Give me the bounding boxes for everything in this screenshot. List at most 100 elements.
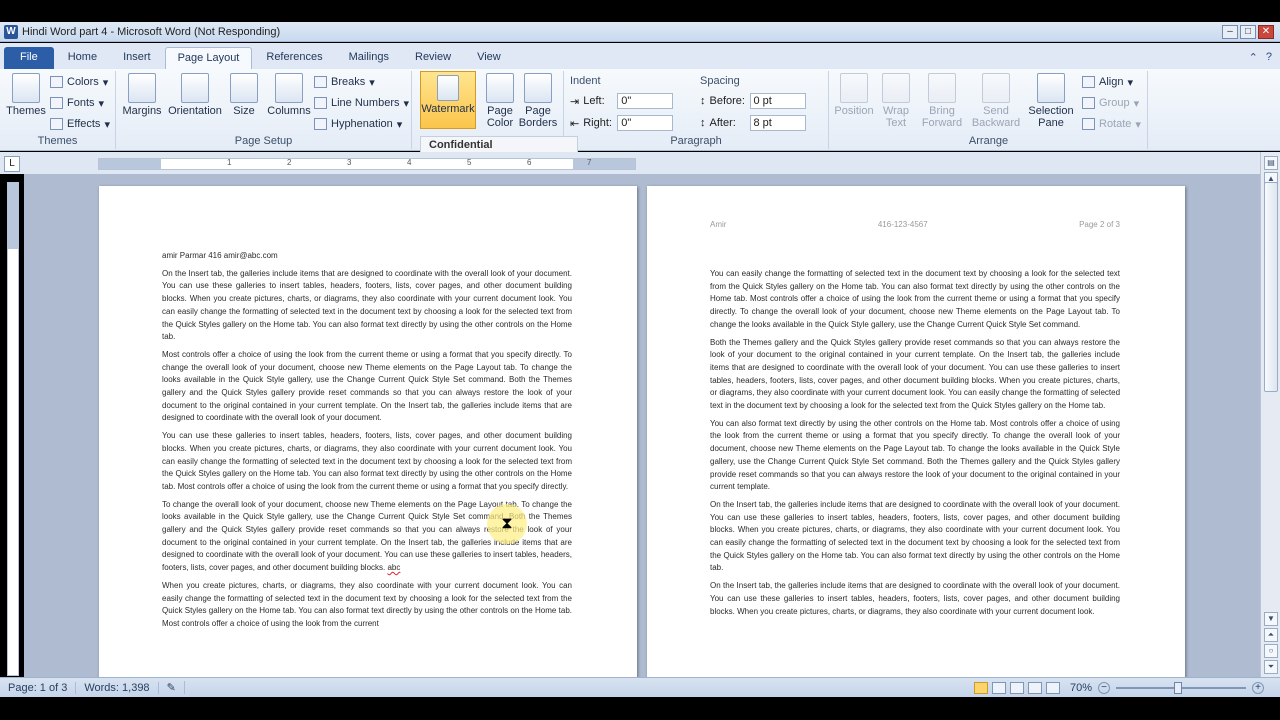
page-borders-button[interactable]: Page Borders <box>516 73 560 129</box>
bring-forward-button[interactable]: Bring Forward <box>918 73 966 129</box>
zoom-slider[interactable] <box>1116 681 1246 694</box>
document-area[interactable]: amir Parmar 416 amir@abc.com On the Inse… <box>24 174 1260 677</box>
ruler-number: 7 <box>587 158 592 167</box>
scroll-thumb[interactable] <box>1264 182 1278 392</box>
wrap-text-button[interactable]: Wrap Text <box>876 73 916 129</box>
spacing-before-icon: ↕ <box>700 95 706 107</box>
proofing-icon[interactable]: ✎ <box>159 681 185 694</box>
zoom-level[interactable]: 70% <box>1070 682 1092 694</box>
horizontal-ruler[interactable]: 1 2 3 4 5 6 7 <box>98 158 636 170</box>
page-color-icon <box>486 73 514 103</box>
page-setup-group: Margins Orientation Size Columns Breaks … <box>116 71 412 149</box>
ruler-toggle-icon[interactable]: ▤ <box>1264 156 1278 170</box>
orientation-button[interactable]: Orientation <box>166 73 224 117</box>
ruler-number: 3 <box>347 158 352 167</box>
full-screen-reading-icon[interactable] <box>991 681 1006 694</box>
spacing-after-row: ↕ After: 8 pt <box>700 115 806 131</box>
group-label-themes: Themes <box>37 135 78 147</box>
page-count[interactable]: Page: 1 of 3 <box>0 681 77 694</box>
ruler-number: 6 <box>527 158 532 167</box>
colors-button[interactable]: Colors ▾ <box>50 73 108 91</box>
hourglass-icon: ⧗ <box>501 515 513 532</box>
position-button[interactable]: Position <box>832 73 876 117</box>
line-numbers-button[interactable]: Line Numbers ▾ <box>314 94 409 112</box>
indent-left-input[interactable]: 0" <box>617 93 674 109</box>
themes-button[interactable]: Themes <box>4 73 48 117</box>
close-button[interactable]: ✕ <box>1258 24 1274 39</box>
page-1[interactable]: amir Parmar 416 amir@abc.com On the Inse… <box>99 186 637 677</box>
paragraph: Both the Themes gallery and the Quick St… <box>710 337 1121 411</box>
minimize-button[interactable]: – <box>1222 24 1238 39</box>
spacing-after-icon: ↕ <box>700 117 706 129</box>
scroll-down-icon[interactable]: ▼ <box>1264 612 1278 626</box>
orientation-icon <box>181 73 209 103</box>
tab-review[interactable]: Review <box>403 47 463 69</box>
fonts-icon <box>50 97 63 109</box>
group-button[interactable]: Group ▾ <box>1082 94 1139 112</box>
status-bar: Page: 1 of 3 Words: 1,398 ✎ 70% − + <box>0 677 1280 697</box>
paragraph: You can easily change the formatting of … <box>710 269 1120 329</box>
effects-button[interactable]: Effects ▾ <box>50 115 110 133</box>
paragraph: On the Insert tab, the galleries include… <box>162 268 572 342</box>
indent-right-input[interactable]: 0" <box>617 115 674 131</box>
print-layout-icon[interactable] <box>973 681 988 694</box>
header-left: Amir <box>710 220 727 229</box>
page-2[interactable]: Amir 416-123-4567 Page 2 of 3 You can ea… <box>647 186 1185 677</box>
outline-icon[interactable] <box>1027 681 1042 694</box>
tab-file[interactable]: File <box>4 47 54 69</box>
maximize-button[interactable]: □ <box>1240 24 1256 39</box>
vertical-scrollbar[interactable]: ▤ ▲ ▼ ⏶ ○ ⏷ <box>1260 152 1280 677</box>
spacing-after-input[interactable]: 8 pt <box>749 115 806 131</box>
misspelled-word: abc <box>387 563 401 573</box>
next-page-icon[interactable]: ⏷ <box>1264 660 1278 674</box>
paragraph: You can use these galleries to insert ta… <box>162 431 572 491</box>
tab-view[interactable]: View <box>465 47 513 69</box>
tab-page-layout[interactable]: Page Layout <box>164 47 253 69</box>
zoom-in-icon[interactable]: + <box>1252 681 1264 694</box>
line-numbers-icon <box>314 97 327 109</box>
ruler-number: 1 <box>227 158 232 167</box>
web-layout-icon[interactable] <box>1009 681 1024 694</box>
align-button[interactable]: Align ▾ <box>1082 73 1133 91</box>
busy-cursor: ⧗ <box>487 504 527 544</box>
size-button[interactable]: Size <box>224 73 264 117</box>
tab-insert[interactable]: Insert <box>111 47 163 69</box>
tab-selector[interactable]: L <box>4 156 20 172</box>
minimize-ribbon-icon[interactable]: ⌃ <box>1249 51 1258 64</box>
tab-home[interactable]: Home <box>56 47 109 69</box>
spacing-label: Spacing <box>700 75 740 87</box>
previous-page-icon[interactable]: ⏶ <box>1264 628 1278 642</box>
spacing-before-input[interactable]: 0 pt <box>749 93 806 109</box>
margins-button[interactable]: Margins <box>120 73 164 117</box>
paragraph: On the Insert tab, the galleries include… <box>710 499 1120 573</box>
word-logo-icon: W <box>4 24 18 39</box>
rotate-button[interactable]: Rotate ▾ <box>1082 115 1141 133</box>
tab-mailings[interactable]: Mailings <box>337 47 401 69</box>
group-label-arrange: Arrange <box>968 135 1009 147</box>
paragraph: On the Insert tab, the galleries include… <box>710 581 1120 616</box>
ruler-number: 5 <box>467 158 472 167</box>
vertical-ruler[interactable] <box>7 182 19 676</box>
word-count[interactable]: Words: 1,398 <box>76 681 159 694</box>
page-borders-icon <box>524 73 552 103</box>
columns-button[interactable]: Columns <box>266 73 312 117</box>
breaks-button[interactable]: Breaks ▾ <box>314 73 375 91</box>
ribbon-tabs: File Home Insert Page Layout References … <box>0 43 1280 69</box>
browse-object-icon[interactable]: ○ <box>1264 644 1278 658</box>
hyphenation-button[interactable]: Hyphenation ▾ <box>314 115 402 133</box>
themes-icon <box>12 73 40 103</box>
size-icon <box>230 73 258 103</box>
selection-pane-button[interactable]: Selection Pane <box>1026 73 1076 129</box>
tab-references[interactable]: References <box>254 47 334 69</box>
fonts-button[interactable]: Fonts ▾ <box>50 94 104 112</box>
zoom-slider-thumb[interactable] <box>1174 681 1182 694</box>
help-icon[interactable]: ? <box>1266 51 1272 64</box>
watermark-button[interactable]: Watermark <box>420 71 476 129</box>
send-backward-button[interactable]: Send Backward <box>970 73 1022 129</box>
paragraph: When you create pictures, charts, or dia… <box>162 580 572 628</box>
zoom-out-icon[interactable]: − <box>1098 681 1110 694</box>
draft-icon[interactable] <box>1045 681 1060 694</box>
indent-label: Indent <box>570 75 601 87</box>
window-title: Hindi Word part 4 - Microsoft Word (Not … <box>22 25 281 38</box>
ruler-bar: L 1 2 3 4 5 6 7 <box>0 152 1280 174</box>
